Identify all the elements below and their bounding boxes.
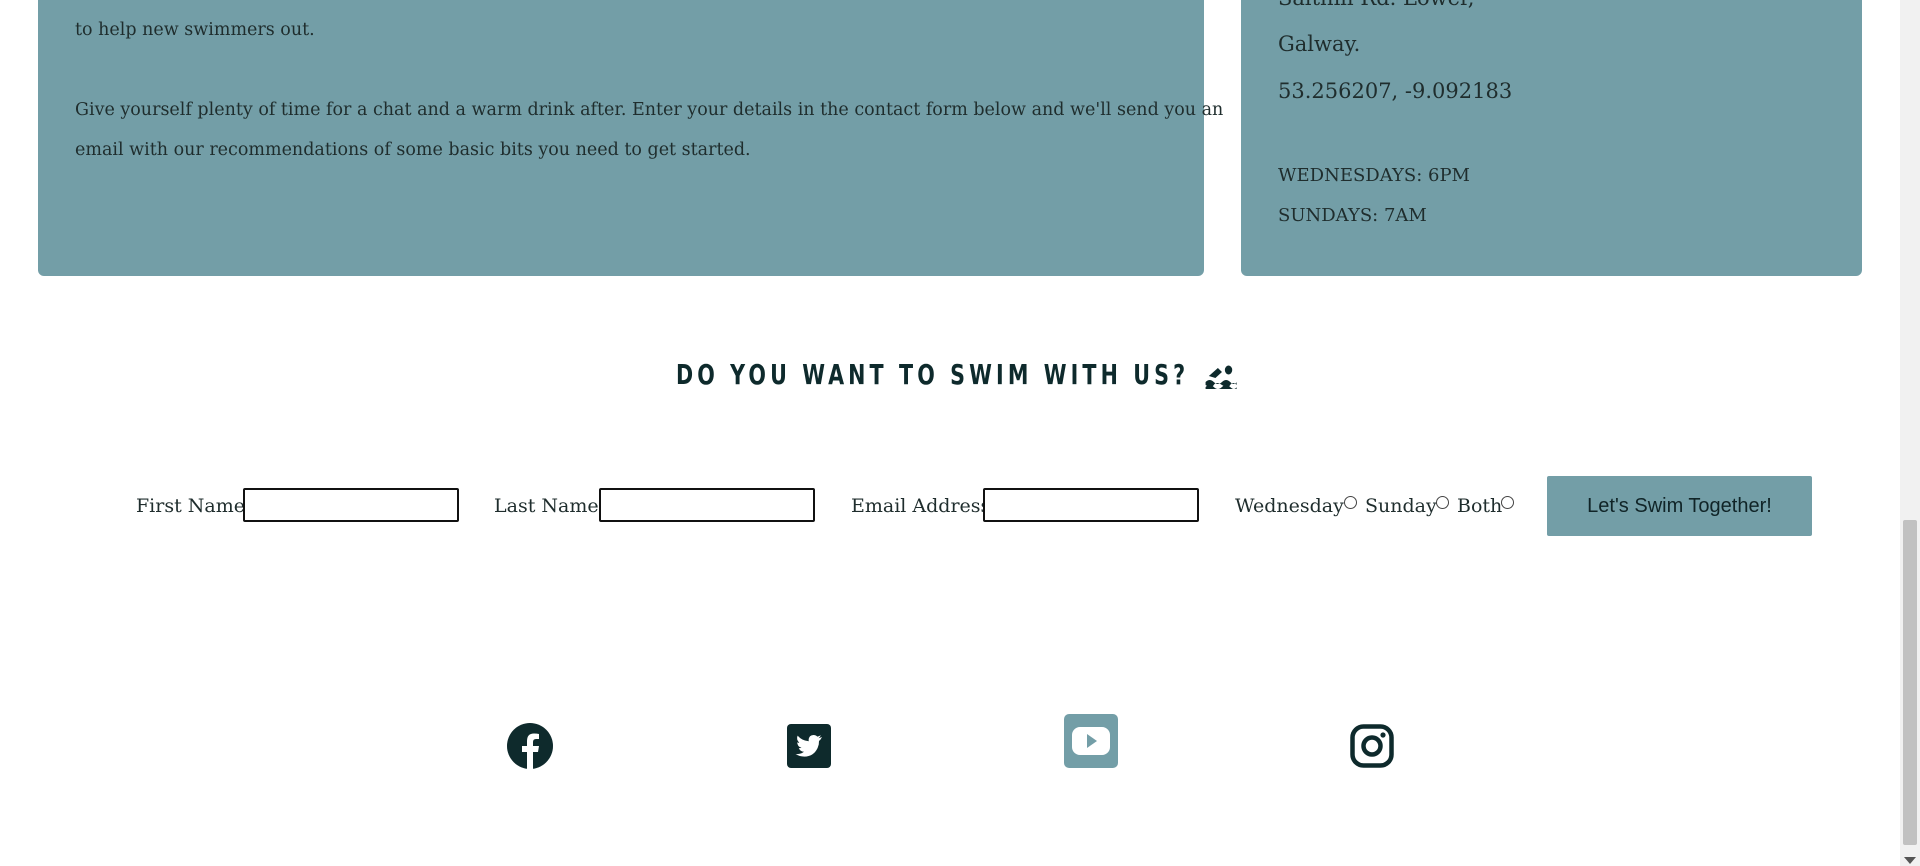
twitter-icon: [787, 724, 831, 768]
sunday-radio[interactable]: [1436, 496, 1449, 509]
facebook-link[interactable]: [506, 722, 554, 774]
instagram-icon: [1350, 724, 1394, 768]
sunday-option-label: Sunday: [1365, 495, 1437, 517]
coordinates: 53.256207, -9.092183: [1278, 79, 1513, 103]
email-label: Email Address: [851, 495, 991, 517]
submit-button[interactable]: Let's Swim Together!: [1547, 476, 1812, 536]
scrollbar[interactable]: [1900, 0, 1920, 866]
youtube-icon: [1064, 714, 1118, 768]
schedule-wednesday: WEDNESDAYS: 6PM: [1278, 165, 1470, 186]
email-input[interactable]: [983, 488, 1199, 522]
last-name-input[interactable]: [599, 488, 815, 522]
wednesday-radio[interactable]: [1344, 496, 1357, 509]
facebook-icon: [507, 723, 553, 770]
info-paragraph-line-1: Give yourself plenty of time for a chat …: [75, 100, 1224, 120]
info-card: to help new swimmers out. Give yourself …: [38, 0, 1223, 276]
scrollbar-thumb[interactable]: [1903, 520, 1917, 845]
both-option-label: Both: [1457, 495, 1503, 517]
instagram-link[interactable]: [1350, 724, 1394, 772]
location-card: Salthill Rd. Lower, Galway. 53.256207, -…: [1241, 0, 1862, 276]
signup-heading-text: DO YOU WANT TO SWIM WITH US?: [675, 358, 1190, 391]
first-name-input[interactable]: [243, 488, 459, 522]
scroll-down-arrow-icon[interactable]: [1904, 857, 1916, 864]
wednesday-option-label: Wednesday: [1235, 495, 1344, 517]
swimmer-icon: [1205, 365, 1237, 389]
signup-heading: DO YOU WANT TO SWIM WITH US?: [177, 358, 1735, 391]
schedule-sunday: SUNDAYS: 7AM: [1278, 205, 1427, 226]
first-name-label: First Name: [136, 495, 245, 517]
twitter-link[interactable]: [787, 724, 831, 772]
info-paragraph-tail: to help new swimmers out.: [75, 20, 315, 40]
info-paragraph-line-2: email with our recommendations of some b…: [75, 140, 751, 160]
youtube-link[interactable]: [1064, 714, 1118, 772]
info-paragraph: Give yourself plenty of time for a chat …: [75, 90, 1223, 170]
address-city: Galway.: [1278, 32, 1361, 56]
both-radio[interactable]: [1501, 496, 1514, 509]
last-name-label: Last Name: [494, 495, 599, 517]
address-street: Salthill Rd. Lower,: [1278, 0, 1474, 10]
